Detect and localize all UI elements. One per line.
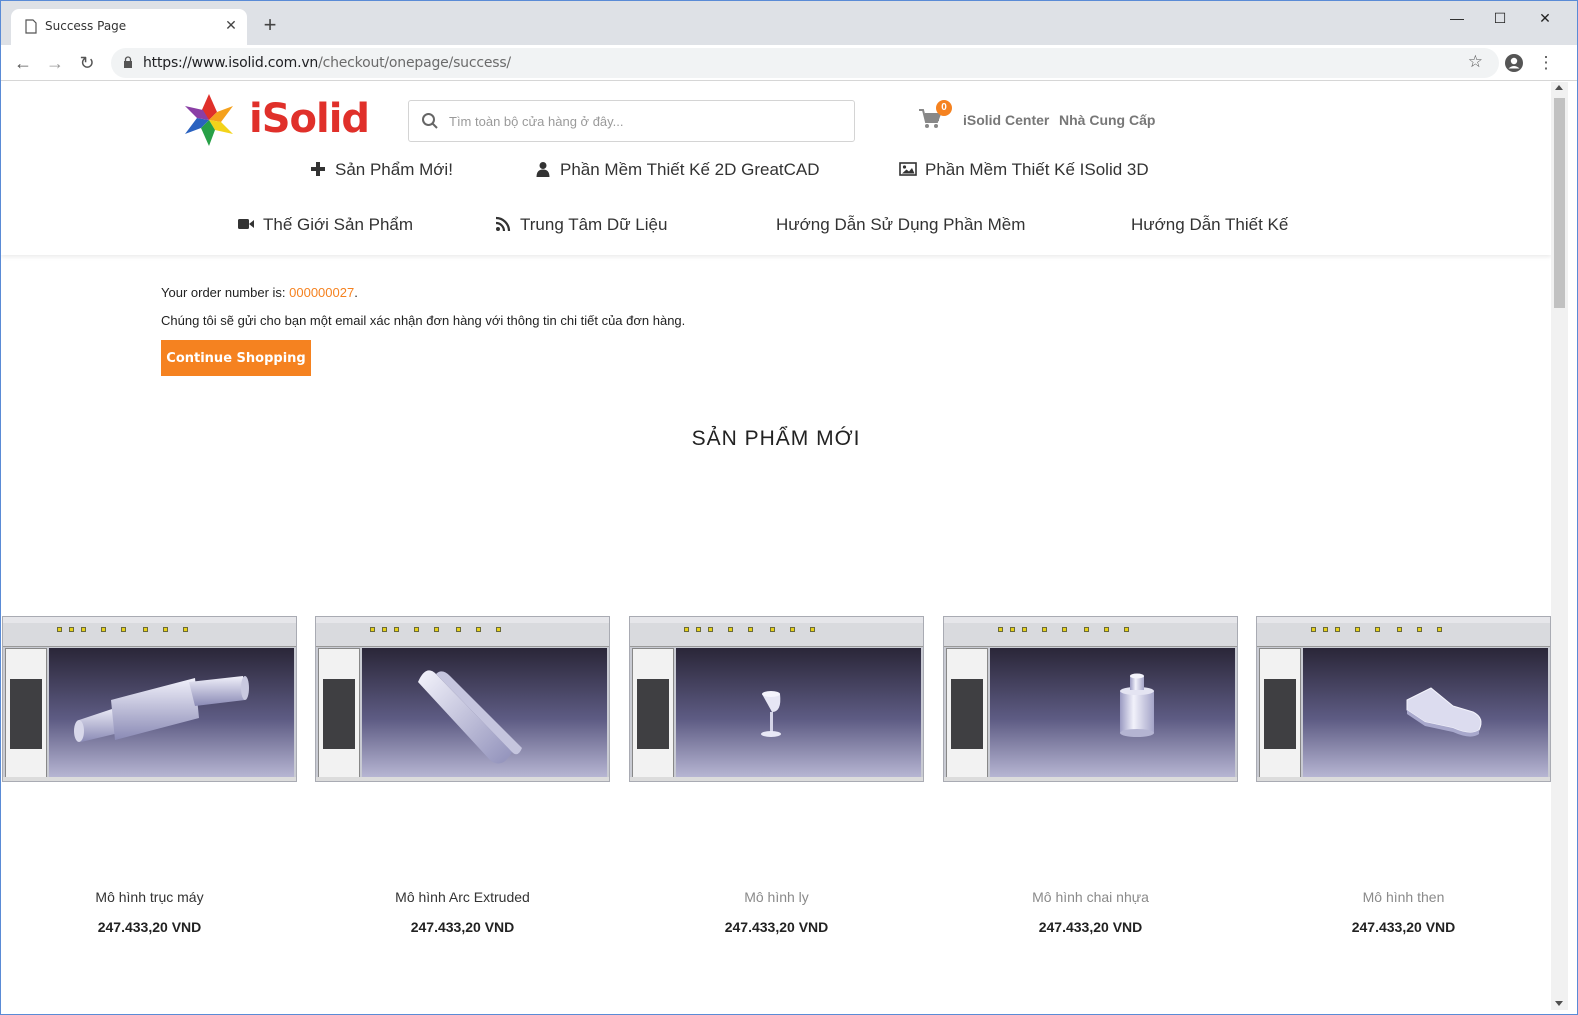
menu-kebab-icon[interactable]: ⋮ (1534, 51, 1558, 75)
plus-icon (311, 162, 325, 176)
product-price: 247.433,20 VND (1038, 919, 1143, 935)
product-price: 247.433,20 VND (97, 919, 202, 935)
menu-design-guide[interactable]: Hướng Dẫn Thiết Kế (1131, 214, 1288, 236)
rss-icon (495, 216, 511, 232)
product-name[interactable]: Mô hình trục máy (2, 889, 297, 905)
order-number-line: Your order number is: 000000027. (161, 285, 358, 300)
close-tab-icon[interactable]: ✕ (223, 17, 239, 33)
menu-software-guide[interactable]: Hướng Dẫn Sử Dụng Phần Mềm (776, 214, 1025, 236)
cart-count-badge[interactable]: 0 (936, 100, 952, 116)
product-name[interactable]: Mô hình then (1256, 889, 1551, 905)
close-window-icon[interactable]: ✕ (1523, 7, 1567, 29)
product-price: 247.433,20 VND (724, 919, 829, 935)
back-icon[interactable]: ← (11, 51, 35, 75)
product-image[interactable] (629, 616, 924, 782)
new-products-heading: SẢN PHẨM MỚI (691, 427, 861, 450)
title-bar: Success Page ✕ + — ☐ ✕ (1, 1, 1577, 45)
product-image[interactable] (2, 616, 297, 782)
account-icon[interactable] (1502, 51, 1526, 75)
menu-new-products[interactable]: Sản Phẩm Mới! (309, 159, 453, 181)
product-name[interactable]: Mô hình Arc Extruded (315, 889, 610, 905)
email-confirmation-text: Chúng tôi sẽ gửi cho bạn một email xác n… (161, 313, 686, 328)
scroll-down-icon[interactable] (1555, 1001, 1563, 1006)
image-icon (899, 162, 917, 176)
reload-icon[interactable]: ↻ (75, 51, 99, 75)
new-tab-icon[interactable]: + (259, 14, 281, 37)
continue-shopping-button[interactable]: Continue Shopping (161, 340, 311, 376)
menu-greatcad-2d[interactable]: Phần Mềm Thiết Kế 2D GreatCAD (534, 159, 820, 181)
menu-data-center[interactable]: Trung Tâm Dữ Liệu (494, 214, 667, 236)
lock-icon (124, 56, 132, 68)
minimize-icon[interactable]: — (1435, 7, 1479, 29)
product-image[interactable] (943, 616, 1238, 782)
address-bar[interactable]: https://www.isolid.com.vn/checkout/onepa… (111, 48, 1499, 78)
isolid-center-link[interactable]: iSolid Center (963, 112, 1049, 128)
user-icon (536, 162, 550, 177)
logo-star-icon (185, 94, 233, 146)
product-name[interactable]: Mô hình chai nhựa (943, 889, 1238, 905)
search-icon[interactable] (421, 112, 439, 130)
supplier-link[interactable]: Nhà Cung Cấp (1059, 112, 1155, 128)
browser-toolbar: ← → ↻ https://www.isolid.com.vn/checkout… (1, 45, 1577, 81)
product-price: 247.433,20 VND (1351, 919, 1456, 935)
browser-window: Success Page ✕ + — ☐ ✕ ← → ↻ https://www… (0, 0, 1578, 1015)
search-box[interactable] (408, 100, 855, 142)
tab-title: Success Page (45, 19, 127, 33)
product-image[interactable] (1256, 616, 1551, 782)
scroll-up-icon[interactable] (1555, 85, 1563, 90)
url-text: https://www.isolid.com.vn/checkout/onepa… (143, 55, 511, 71)
site-logo[interactable]: iSolid (181, 90, 370, 150)
product-image[interactable] (315, 616, 610, 782)
forward-icon[interactable]: → (43, 51, 67, 75)
vertical-scrollbar[interactable] (1551, 82, 1568, 1010)
page-viewport: iSolid 0 iSolid Center Nhà Cung Cấp S (1, 82, 1551, 1010)
maximize-icon[interactable]: ☐ (1478, 7, 1522, 29)
bookmark-star-icon[interactable]: ☆ (1468, 52, 1483, 72)
product-price: 247.433,20 VND (410, 919, 515, 935)
browser-tab[interactable]: Success Page ✕ (11, 9, 247, 45)
video-icon (238, 219, 254, 229)
page-icon (25, 19, 37, 34)
scrollbar-thumb[interactable] (1554, 98, 1565, 308)
logo-text: iSolid (249, 96, 370, 142)
order-number-link[interactable]: 000000027 (289, 285, 354, 300)
menu-isolid-3d[interactable]: Phần Mềm Thiết Kế ISolid 3D (899, 159, 1149, 181)
product-name[interactable]: Mô hình ly (629, 889, 924, 905)
search-input[interactable] (449, 109, 839, 133)
site-header: iSolid 0 iSolid Center Nhà Cung Cấp S (1, 82, 1551, 255)
menu-product-world[interactable]: Thế Giới Sản Phẩm (237, 214, 413, 236)
